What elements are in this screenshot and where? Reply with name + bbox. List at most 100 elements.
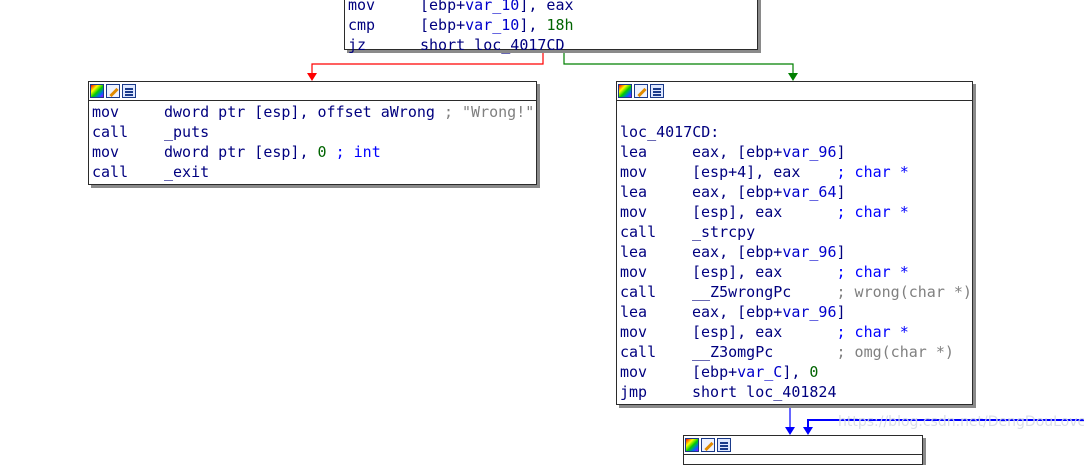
instruction-operand[interactable]: [esp], eax xyxy=(692,263,837,281)
instruction-operand[interactable]: [esp], eax xyxy=(692,323,837,341)
code-line[interactable]: mov [ebp+var_C], 0 xyxy=(620,362,972,382)
edge-jump-arrow xyxy=(785,427,795,435)
instruction-operand[interactable]: var_96 xyxy=(782,143,836,161)
instruction-operand[interactable]: ] xyxy=(837,243,846,261)
instruction-operand[interactable]: _exit xyxy=(164,163,209,181)
edit-pencil-icon[interactable] xyxy=(701,438,715,452)
code-line[interactable]: call _exit xyxy=(92,162,536,182)
instruction-operand[interactable]: ; wrong(char *) xyxy=(837,283,972,301)
code-line[interactable]: mov [esp+4], eax ; char * xyxy=(620,162,972,182)
instruction-operand[interactable]: var_96 xyxy=(782,243,836,261)
graph-view-icon[interactable] xyxy=(122,84,136,98)
instruction-operand[interactable]: eax, [ebp+ xyxy=(692,303,782,321)
code-block-top[interactable]: mov [ebp+var_10], eax cmp [ebp+var_10], 18h… xyxy=(344,0,758,54)
instruction-operand[interactable]: [esp], eax xyxy=(692,203,837,221)
instruction-operand[interactable]: 0 xyxy=(318,143,327,161)
instruction-mnemonic[interactable]: mov xyxy=(620,362,692,382)
instruction-operand[interactable]: eax, [ebp+ xyxy=(692,183,782,201)
instruction-operand[interactable]: _puts xyxy=(164,123,209,141)
code-line[interactable]: lea eax, [ebp+var_64] xyxy=(620,182,972,202)
code-line[interactable]: jmp short loc_401824 xyxy=(620,382,972,402)
instruction-operand[interactable]: dword ptr [esp], offset aWrong xyxy=(164,103,435,121)
code-line[interactable]: lea eax, [ebp+var_96] xyxy=(620,142,972,162)
instruction-operand[interactable]: ; char * xyxy=(837,203,909,221)
code-line[interactable]: mov dword ptr [esp], offset aWrong ; "Wro… xyxy=(92,102,536,122)
instruction-mnemonic[interactable]: mov xyxy=(620,202,692,222)
edit-pencil-icon[interactable] xyxy=(106,84,120,98)
instruction-operand[interactable]: [ebp+ xyxy=(420,0,465,14)
instruction-mnemonic[interactable]: mov xyxy=(620,162,692,182)
instruction-operand[interactable]: var_96 xyxy=(782,303,836,321)
instruction-mnemonic[interactable]: lea xyxy=(620,182,692,202)
instruction-operand[interactable]: var_C xyxy=(737,363,782,381)
color-palette-icon[interactable] xyxy=(618,84,632,98)
code-line[interactable]: call __Z3omgPc ; omg(char *) xyxy=(620,342,972,362)
edge-false-arrow xyxy=(307,73,317,81)
instruction-operand[interactable]: [ebp+ xyxy=(420,16,465,34)
instruction-operand[interactable]: var_64 xyxy=(782,183,836,201)
instruction-mnemonic[interactable]: call xyxy=(620,222,692,242)
instruction-mnemonic[interactable]: call xyxy=(620,342,692,362)
instruction-operand[interactable]: var_10 xyxy=(465,0,519,14)
instruction-mnemonic[interactable]: mov xyxy=(92,102,164,122)
color-palette-icon[interactable] xyxy=(90,84,104,98)
code-line[interactable]: jz short loc_4017CD xyxy=(348,35,757,55)
instruction-operand[interactable]: short loc_401824 xyxy=(692,383,837,401)
graph-view-icon[interactable] xyxy=(717,438,731,452)
instruction-operand[interactable]: _strcpy xyxy=(692,223,755,241)
instruction-operand[interactable]: eax, [ebp+ xyxy=(692,143,782,161)
graph-view-icon[interactable] xyxy=(650,84,664,98)
instruction-operand[interactable]: __Z3omgPc xyxy=(692,343,837,361)
instruction-operand[interactable]: short loc_4017CD xyxy=(420,36,565,54)
color-palette-icon[interactable] xyxy=(685,438,699,452)
instruction-operand[interactable]: ; omg(char *) xyxy=(837,343,954,361)
instruction-mnemonic[interactable]: cmp xyxy=(348,15,420,35)
instruction-operand[interactable]: 0 xyxy=(809,363,818,381)
code-line[interactable]: call _puts xyxy=(92,122,536,142)
instruction-operand[interactable]: ], xyxy=(519,16,546,34)
instruction-mnemonic[interactable]: lea xyxy=(620,302,692,322)
instruction-operand[interactable]: ], eax xyxy=(519,0,573,14)
instruction-mnemonic[interactable]: mov xyxy=(620,322,692,342)
instruction-mnemonic[interactable]: call xyxy=(92,162,164,182)
code-line[interactable]: call _strcpy xyxy=(620,222,972,242)
code-line[interactable]: lea eax, [ebp+var_96] xyxy=(620,302,972,322)
instruction-operand[interactable]: ; "Wrong!" xyxy=(435,103,534,121)
instruction-operand[interactable]: ; char * xyxy=(837,263,909,281)
code-line[interactable]: mov [esp], eax ; char * xyxy=(620,202,972,222)
instruction-mnemonic[interactable]: lea xyxy=(620,142,692,162)
code-line[interactable]: mov [esp], eax ; char * xyxy=(620,262,972,282)
instruction-operand[interactable]: [ebp+ xyxy=(692,363,737,381)
instruction-operand[interactable]: ; int xyxy=(327,143,381,161)
code-block-bottom[interactable] xyxy=(683,435,923,465)
instruction-operand[interactable]: ], xyxy=(782,363,809,381)
instruction-operand[interactable]: __Z5wrongPc xyxy=(692,283,837,301)
instruction-operand[interactable]: eax, [ebp+ xyxy=(692,243,782,261)
instruction-operand[interactable]: ] xyxy=(837,303,846,321)
instruction-operand[interactable]: [esp+4], eax xyxy=(692,163,837,181)
code-line[interactable]: call __Z5wrongPc ; wrong(char *) xyxy=(620,282,972,302)
code-block-loc-4017cd[interactable]: loc_4017CD: lea eax, [ebp+var_96] mov [esp+… xyxy=(616,81,973,405)
instruction-operand[interactable]: dword ptr [esp], xyxy=(164,143,318,161)
code-line[interactable]: mov [esp], eax ; char * xyxy=(620,322,972,342)
instruction-operand[interactable]: var_10 xyxy=(465,16,519,34)
code-line[interactable]: mov [ebp+var_10], eax xyxy=(348,0,757,15)
code-block-wrong[interactable]: mov dword ptr [esp], offset aWrong ; "Wro… xyxy=(88,81,537,185)
instruction-mnemonic[interactable]: lea xyxy=(620,242,692,262)
instruction-mnemonic[interactable]: jmp xyxy=(620,382,692,402)
instruction-mnemonic[interactable]: jz xyxy=(348,35,420,55)
instruction-operand[interactable]: ] xyxy=(837,143,846,161)
instruction-mnemonic[interactable]: call xyxy=(92,122,164,142)
instruction-mnemonic[interactable]: mov xyxy=(348,0,420,15)
code-line[interactable]: cmp [ebp+var_10], 18h xyxy=(348,15,757,35)
instruction-mnemonic[interactable]: call xyxy=(620,282,692,302)
instruction-operand[interactable]: ] xyxy=(837,183,846,201)
instruction-operand[interactable]: ; char * xyxy=(837,163,909,181)
code-line[interactable]: mov dword ptr [esp], 0 ; int xyxy=(92,142,536,162)
instruction-operand[interactable]: ; char * xyxy=(837,323,909,341)
edit-pencil-icon[interactable] xyxy=(634,84,648,98)
instruction-mnemonic[interactable]: mov xyxy=(620,262,692,282)
instruction-mnemonic[interactable]: mov xyxy=(92,142,164,162)
instruction-operand[interactable]: 18h xyxy=(546,16,573,34)
code-line[interactable]: lea eax, [ebp+var_96] xyxy=(620,242,972,262)
